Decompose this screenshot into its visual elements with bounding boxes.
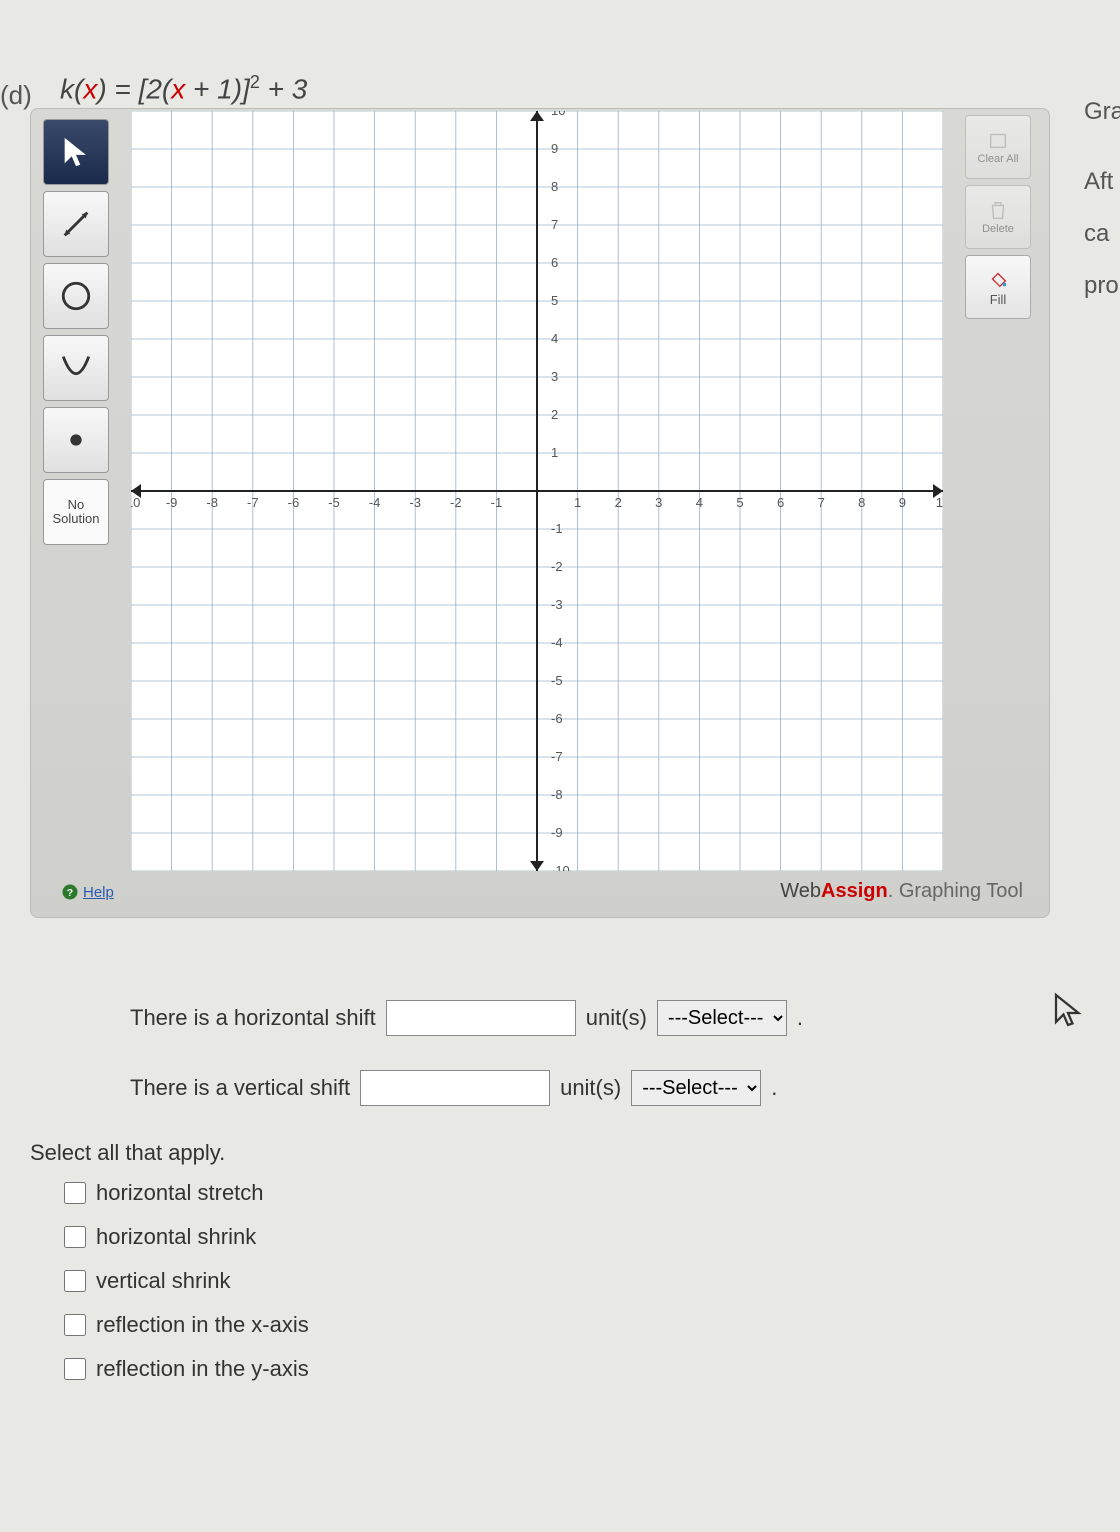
svg-text:6: 6 xyxy=(777,495,784,510)
clear-icon xyxy=(987,129,1009,151)
svg-text:5: 5 xyxy=(551,293,558,308)
line-icon xyxy=(59,207,93,241)
option-vshrink: vertical shrink xyxy=(96,1268,230,1294)
svg-text:7: 7 xyxy=(551,217,558,232)
action-toolbar: Clear All Delete Fill xyxy=(965,115,1037,319)
svg-text:9: 9 xyxy=(899,495,906,510)
svg-text:-6: -6 xyxy=(288,495,300,510)
circle-tool[interactable] xyxy=(43,263,109,329)
svg-text:-3: -3 xyxy=(409,495,421,510)
vshift-input[interactable] xyxy=(360,1070,550,1106)
svg-text:7: 7 xyxy=(818,495,825,510)
vshift-direction-select[interactable]: ---Select--- xyxy=(631,1070,761,1106)
graphing-tool-panel: No Solution Clear All Delete Fill -10-9-… xyxy=(30,108,1050,918)
trash-icon xyxy=(987,199,1009,221)
fill-button[interactable]: Fill xyxy=(965,255,1031,319)
svg-text:-1: -1 xyxy=(491,495,503,510)
mouse-cursor-icon xyxy=(1050,992,1086,1033)
hshift-label: There is a horizontal shift xyxy=(130,1005,376,1031)
svg-text:3: 3 xyxy=(551,369,558,384)
option-reflx: reflection in the x-axis xyxy=(96,1312,309,1338)
parabola-tool[interactable] xyxy=(43,335,109,401)
svg-text:-5: -5 xyxy=(551,673,563,688)
svg-text:8: 8 xyxy=(858,495,865,510)
svg-text:-2: -2 xyxy=(551,559,563,574)
svg-text:10: 10 xyxy=(551,111,565,118)
option-refly: reflection in the y-axis xyxy=(96,1356,309,1382)
svg-text:-8: -8 xyxy=(206,495,218,510)
drawing-toolbar: No Solution xyxy=(43,119,121,545)
svg-text:-1: -1 xyxy=(551,521,563,536)
svg-text:-3: -3 xyxy=(551,597,563,612)
circle-icon xyxy=(59,279,93,313)
svg-text:-7: -7 xyxy=(551,749,563,764)
hshift-input[interactable] xyxy=(386,1000,576,1036)
svg-text:1: 1 xyxy=(551,445,558,460)
problem-label: (d) xyxy=(0,80,32,111)
clear-all-button[interactable]: Clear All xyxy=(965,115,1031,179)
branding-label: WebAssign. Graphing Tool xyxy=(780,880,1023,903)
parabola-icon xyxy=(59,351,93,385)
svg-text:1: 1 xyxy=(574,495,581,510)
svg-text:-9: -9 xyxy=(166,495,178,510)
svg-text:4: 4 xyxy=(551,331,558,346)
option-hstretch: horizontal stretch xyxy=(96,1180,264,1206)
help-link[interactable]: ? Help xyxy=(61,883,114,901)
svg-text:10: 10 xyxy=(936,495,943,510)
svg-text:6: 6 xyxy=(551,255,558,270)
fill-icon xyxy=(987,268,1009,290)
svg-text:-10: -10 xyxy=(131,495,140,510)
pointer-icon xyxy=(59,135,93,169)
point-icon xyxy=(59,423,93,457)
checkbox-hstretch[interactable] xyxy=(64,1182,86,1204)
option-hshrink: horizontal shrink xyxy=(96,1224,256,1250)
delete-button[interactable]: Delete xyxy=(965,185,1031,249)
point-tool[interactable] xyxy=(43,407,109,473)
checkbox-hshrink[interactable] xyxy=(64,1226,86,1248)
equation: k(x) = [2(x + 1)]2 + 3 xyxy=(60,72,307,105)
svg-text:-2: -2 xyxy=(450,495,462,510)
checkbox-vshrink[interactable] xyxy=(64,1270,86,1292)
svg-text:9: 9 xyxy=(551,141,558,156)
line-tool[interactable] xyxy=(43,191,109,257)
vshift-label: There is a vertical shift xyxy=(130,1075,350,1101)
svg-text:-8: -8 xyxy=(551,787,563,802)
help-icon: ? xyxy=(61,883,79,901)
svg-text:-7: -7 xyxy=(247,495,259,510)
svg-text:-6: -6 xyxy=(551,711,563,726)
checkbox-reflx[interactable] xyxy=(64,1314,86,1336)
svg-text:4: 4 xyxy=(696,495,703,510)
question-form: There is a horizontal shift unit(s) ---S… xyxy=(130,1000,1070,1400)
svg-text:-4: -4 xyxy=(551,635,563,650)
cutoff-text: Gra Aft ca pro xyxy=(1084,98,1120,300)
svg-text:3: 3 xyxy=(655,495,662,510)
select-all-label: Select all that apply. xyxy=(30,1140,1070,1166)
svg-text:?: ? xyxy=(67,887,73,899)
units-label: unit(s) xyxy=(586,1005,647,1031)
svg-text:-9: -9 xyxy=(551,825,563,840)
svg-text:-10: -10 xyxy=(551,863,570,871)
svg-text:2: 2 xyxy=(551,407,558,422)
units-label: unit(s) xyxy=(560,1075,621,1101)
svg-text:-5: -5 xyxy=(328,495,340,510)
svg-text:2: 2 xyxy=(615,495,622,510)
checkbox-refly[interactable] xyxy=(64,1358,86,1380)
graph-canvas[interactable]: -10 -9 -8 -7 -6 -5 -4 -3 -2 -1 1 2 3 4 5 6 7 8 9 10 -10 -9 -8 -… xyxy=(131,111,943,871)
hshift-direction-select[interactable]: ---Select--- xyxy=(657,1000,787,1036)
svg-text:8: 8 xyxy=(551,179,558,194)
svg-text:-4: -4 xyxy=(369,495,381,510)
svg-text:5: 5 xyxy=(736,495,743,510)
no-solution-button[interactable]: No Solution xyxy=(43,479,109,545)
pointer-tool[interactable] xyxy=(43,119,109,185)
